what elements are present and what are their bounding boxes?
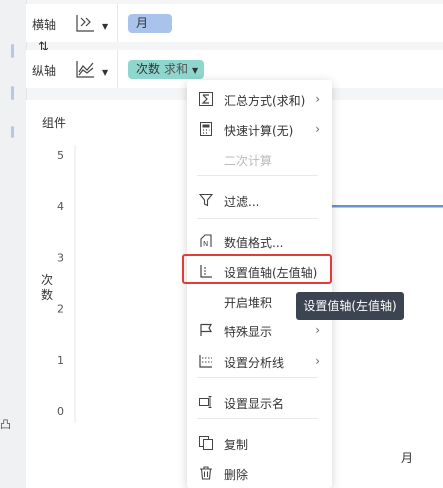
menu-item-set-axis[interactable]: 设置值轴(左值轴) [182, 254, 332, 286]
chevron-down-icon[interactable]: ▼ [192, 66, 198, 75]
horizontal-axis-row: 横轴 ▼ 月 [26, 4, 443, 42]
y-tick-label: 3 [57, 251, 64, 264]
menu-item-label: 特殊显示 [224, 325, 273, 339]
menu-separator [197, 175, 318, 176]
menu-item-summary[interactable]: 汇总方式(求和) › [187, 86, 332, 114]
trash-icon [199, 466, 215, 482]
flag-icon [199, 323, 215, 339]
chevron-right-icon: › [315, 323, 320, 337]
sigma-icon [199, 92, 215, 108]
analysis-line-icon [199, 354, 215, 370]
y-axis-title: 数 [41, 287, 53, 302]
divider [117, 4, 118, 42]
tooltip: 设置值轴(左值轴) [296, 292, 404, 320]
filter-icon [198, 193, 215, 209]
menu-item-special[interactable]: 特殊显示 › [187, 317, 332, 345]
x-axis-title: 月 [401, 451, 413, 465]
menu-item-quick[interactable]: 快速计算(无) › [187, 116, 332, 144]
number-format-icon: N [199, 234, 215, 250]
y-tick-label: 0 [57, 405, 64, 418]
line-chart-icon[interactable] [74, 58, 96, 80]
menu-separator [197, 218, 318, 219]
y-tick-label: 5 [57, 149, 64, 162]
menu-item-label: 二次计算 [224, 154, 273, 168]
y-axis-title: 次 [41, 273, 53, 287]
dimension-axis-icon[interactable] [74, 12, 96, 34]
horizontal-axis-label: 横轴 [32, 18, 57, 32]
copy-icon [199, 436, 215, 452]
chevron-right-icon: › [315, 92, 320, 106]
month-field-pill[interactable]: 月 [128, 14, 172, 33]
menu-item-label: 开启堆积 [224, 296, 273, 310]
menu-item-display-name[interactable]: 设置显示名 [187, 389, 332, 417]
rename-icon [199, 395, 215, 411]
divider [117, 50, 118, 88]
menu-item-label: 快速计算(无) [224, 124, 294, 138]
menu-item-label: 设置显示名 [224, 397, 285, 411]
left-panel-strip: 凸 [0, 0, 27, 488]
scroll-marker [11, 44, 14, 58]
menu-item-copy[interactable]: 复制 [187, 430, 332, 458]
count-field-name: 次数 [136, 62, 161, 76]
menu-item-format[interactable]: N 数值格式... [187, 228, 332, 256]
scroll-marker [11, 86, 14, 100]
count-field-pill[interactable]: 次数 求和 ▼ [128, 60, 205, 79]
y-tick-label: 4 [57, 200, 64, 213]
count-field-aggregation: 求和 [164, 62, 189, 76]
menu-item-label: 删除 [224, 468, 249, 482]
menu-item-secondary: 二次计算 [187, 146, 332, 174]
scroll-marker [11, 126, 14, 138]
y-tick-label: 2 [57, 303, 64, 316]
chevron-right-icon: › [315, 354, 320, 368]
highlight-box [182, 254, 332, 284]
chevron-down-icon[interactable]: ▼ [102, 68, 108, 77]
menu-item-label: 过滤... [224, 195, 260, 209]
menu-separator [197, 377, 318, 378]
menu-item-label: 复制 [224, 438, 249, 452]
menu-item-filter[interactable]: 过滤... [187, 187, 332, 215]
chevron-right-icon: › [315, 122, 320, 136]
menu-item-analysis[interactable]: 设置分析线 › [187, 348, 332, 376]
left-strip-tag: 凸 [0, 418, 11, 431]
svg-text:N: N [203, 240, 208, 248]
y-tick-label: 1 [57, 354, 64, 367]
menu-item-label: 汇总方式(求和) [224, 94, 306, 108]
menu-item-delete[interactable]: 删除 [187, 460, 332, 488]
chevron-down-icon[interactable]: ▼ [102, 22, 108, 31]
menu-item-label: 数值格式... [224, 236, 284, 250]
menu-item-label: 设置分析线 [224, 356, 285, 370]
calculator-icon [199, 122, 215, 138]
context-menu: 汇总方式(求和) › 快速计算(无) › 二次计算过滤... N 数值格式... 设置值轴(左… [182, 80, 332, 488]
vertical-axis-label: 纵轴 [32, 64, 57, 78]
menu-separator [197, 418, 318, 419]
